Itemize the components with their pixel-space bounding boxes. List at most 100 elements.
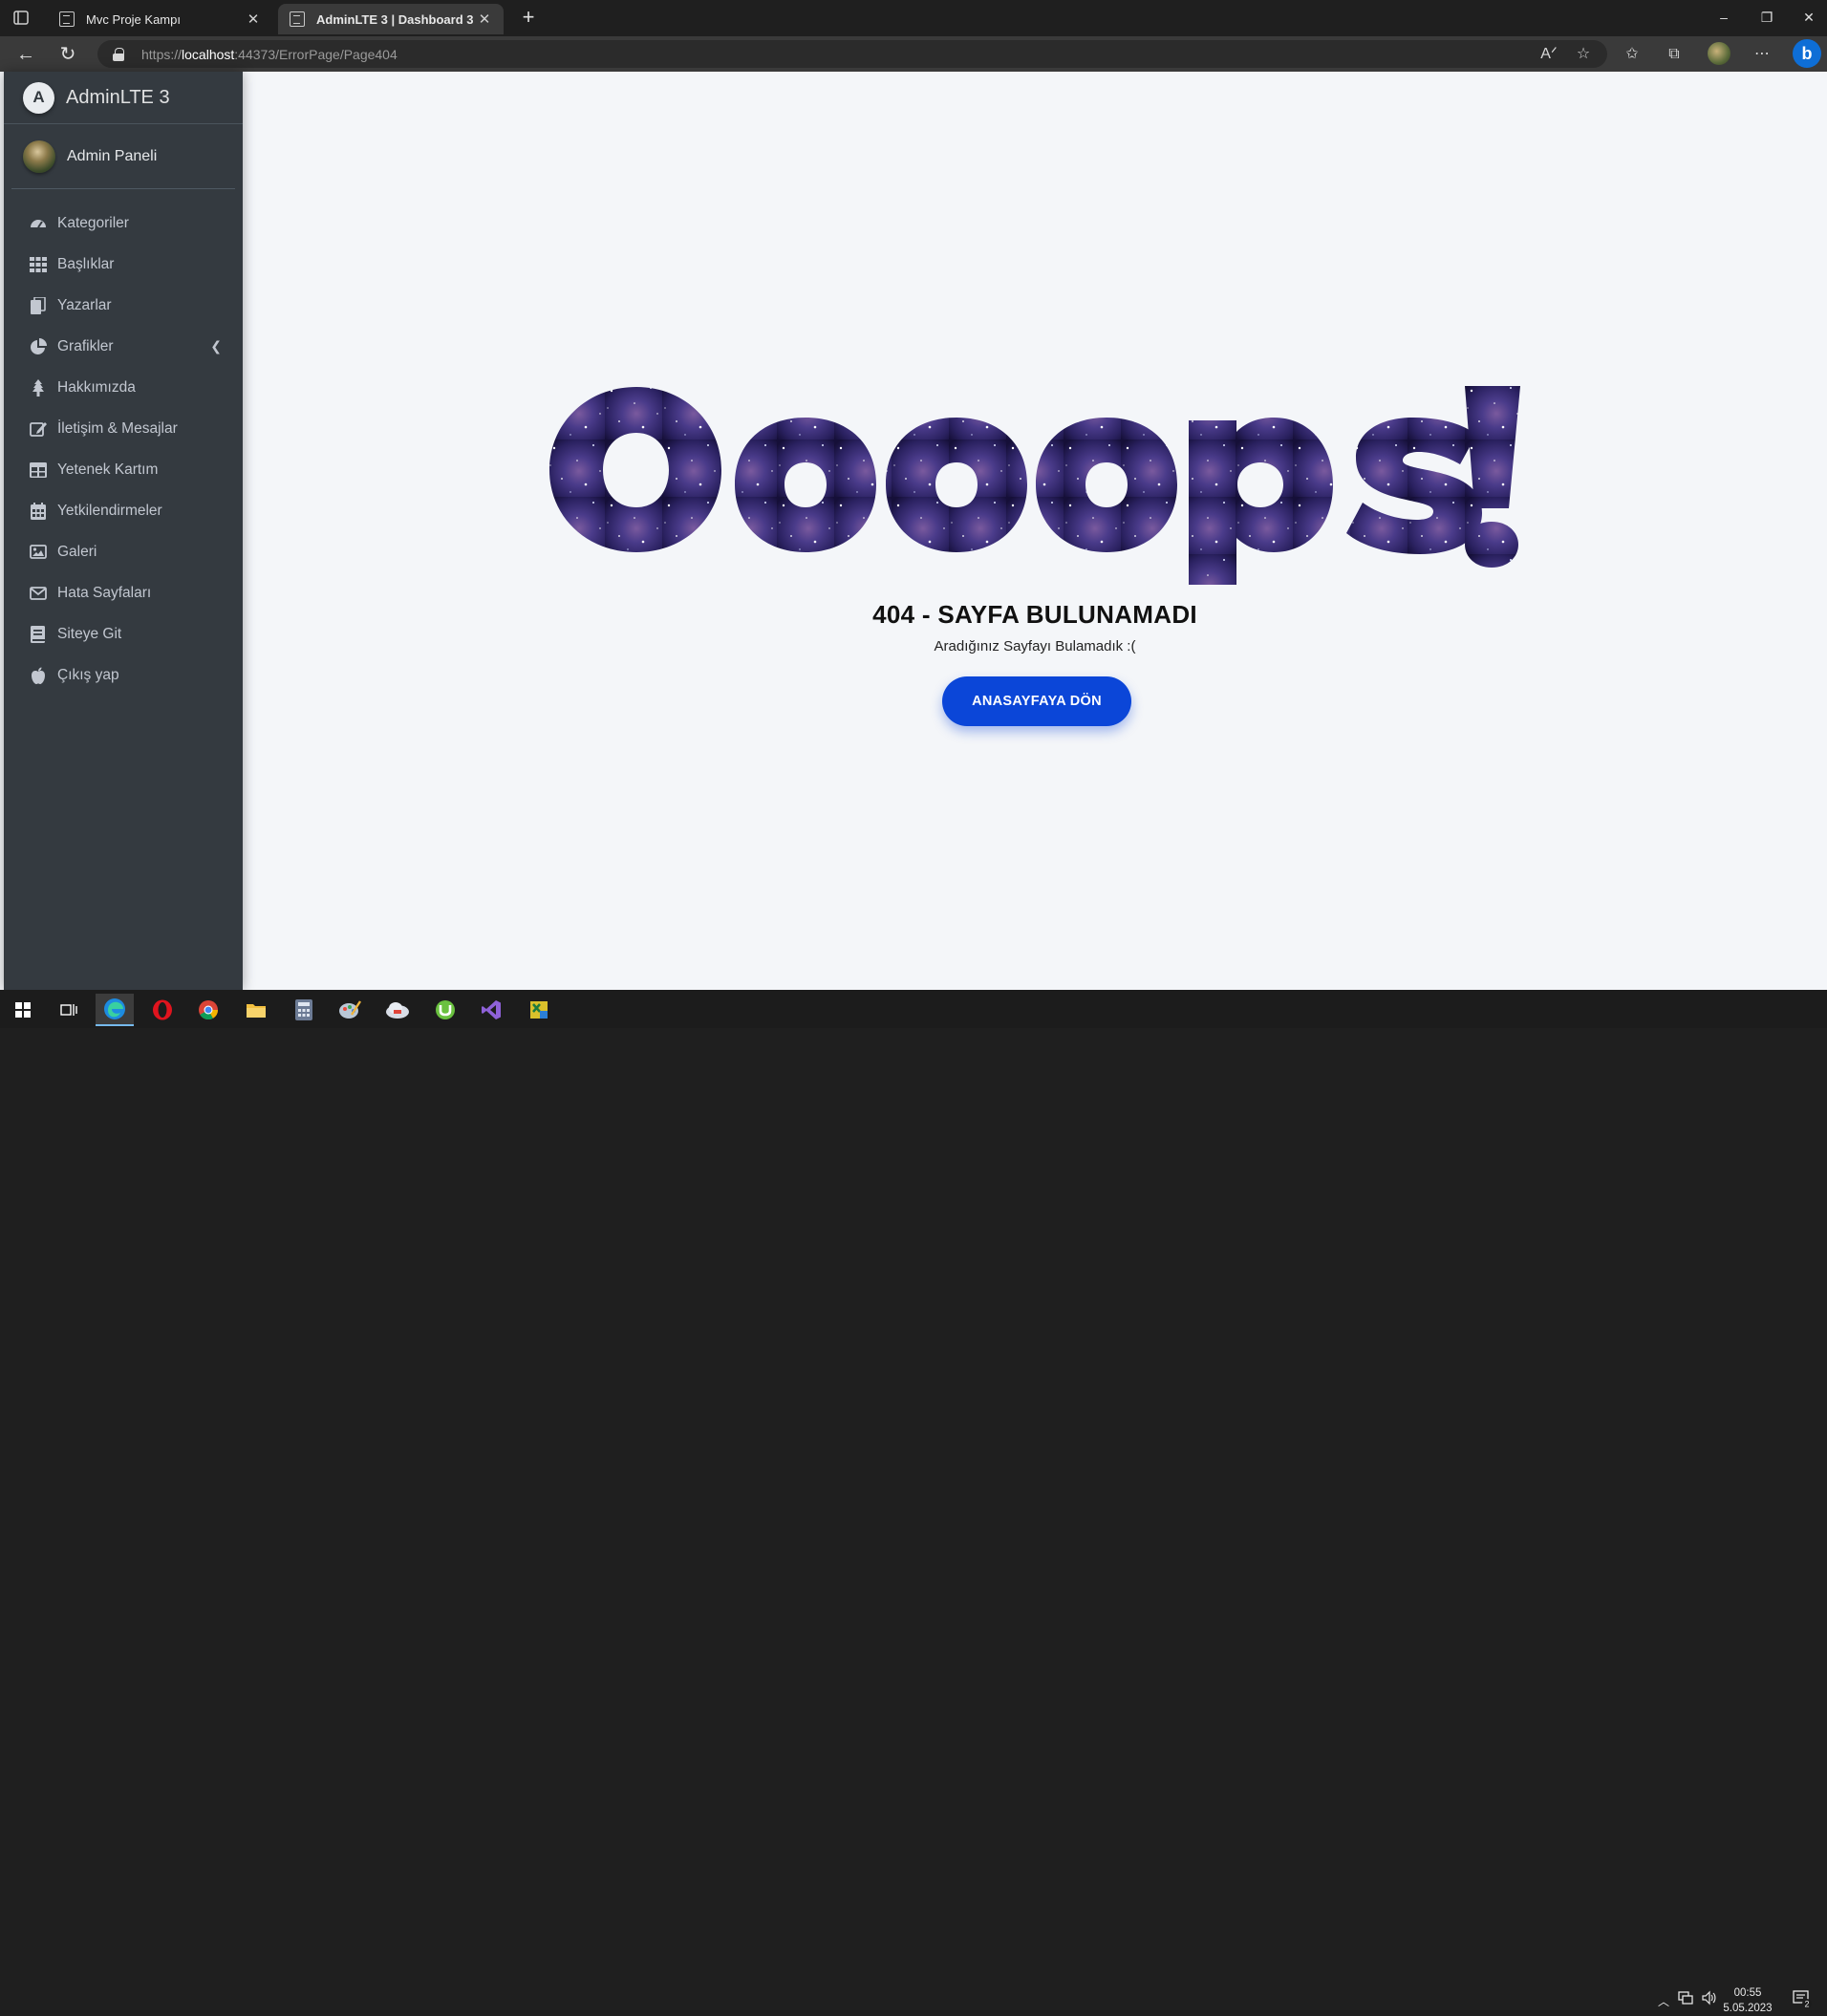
apple-icon — [29, 666, 48, 685]
back-arrow-icon[interactable]: ← — [13, 42, 38, 67]
url-host: localhost — [182, 46, 235, 62]
sidebar-item-yetkilendirmeler[interactable]: Yetkilendirmeler — [4, 490, 243, 531]
network-icon[interactable] — [1678, 1991, 1693, 2007]
sidebar-item-siteye-git[interactable]: Siteye Git — [4, 613, 243, 654]
edge-icon[interactable] — [96, 994, 134, 1026]
restore-button[interactable]: ❐ — [1752, 6, 1781, 29]
sidebar-item-grafikler[interactable]: Grafikler ❮ — [4, 326, 243, 367]
favorites-icon[interactable]: ✩ — [1622, 44, 1643, 65]
sidebar-item-yazarlar[interactable]: Yazarlar — [4, 285, 243, 326]
sidebar-item-cikis-yap[interactable]: Çıkış yap — [4, 654, 243, 696]
tab-actions-icon[interactable] — [11, 10, 32, 27]
minimize-button[interactable]: – — [1709, 6, 1738, 29]
page-icon — [290, 11, 305, 27]
ooops-graphic — [549, 386, 1520, 585]
sidebar-item-label: Yetenek Kartım — [57, 461, 159, 478]
error-title: 404 - SAYFA BULUNAMADI — [872, 600, 1197, 629]
grid-icon — [29, 255, 48, 274]
sidebar-item-label: Hakkımızda — [57, 378, 136, 396]
sidebar-item-label: Yetkilendirmeler — [57, 502, 162, 519]
more-menu-icon[interactable]: ⋯ — [1752, 44, 1773, 65]
sidebar-item-galeri[interactable]: Galeri — [4, 531, 243, 572]
clock-date: 5.05.2023 — [1723, 2003, 1773, 2014]
bing-icon[interactable]: b — [1793, 39, 1821, 68]
collections-icon[interactable]: ⧉ — [1664, 44, 1685, 65]
excel-app-icon[interactable] — [520, 994, 558, 1026]
volume-icon[interactable] — [1701, 1990, 1716, 2008]
error-subtitle: Aradığınız Sayfayı Bulamadık :( — [934, 638, 1136, 654]
sidebar-item-label: Başlıklar — [57, 255, 115, 272]
sidebar-item-label: İletişim & Mesajlar — [57, 419, 178, 437]
show-hidden-icons-icon[interactable]: ︿ — [1658, 1993, 1669, 2009]
browser-tab-mvc[interactable]: Mvc Proje Kampı ✕ — [48, 4, 272, 34]
table-icon — [29, 461, 48, 480]
sidebar-item-hata-sayfalari[interactable]: Hata Sayfaları — [4, 572, 243, 613]
sidebar-item-basliklar[interactable]: Başlıklar — [4, 244, 243, 285]
edit-icon — [29, 419, 48, 439]
user-panel[interactable]: Admin Paneli — [11, 124, 235, 189]
main-content: 404 - SAYFA BULUNAMADI Aradığınız Sayfay… — [243, 72, 1827, 990]
image-icon — [29, 543, 48, 562]
sidebar-item-kategoriler[interactable]: Kategoriler — [4, 203, 243, 244]
page-viewport: A AdminLTE 3 Admin Paneli Kategoriler Ba… — [0, 72, 1827, 990]
url-path: :44373/ErrorPage/Page404 — [234, 46, 398, 62]
read-aloud-icon[interactable]: Aᐟ — [1538, 44, 1559, 65]
refresh-icon[interactable]: ↻ — [55, 42, 80, 67]
address-bar[interactable]: https://localhost:44373/ErrorPage/Page40… — [97, 40, 1607, 68]
brand-link[interactable]: A AdminLTE 3 — [4, 72, 243, 124]
ooops-heading — [243, 382, 1827, 588]
clock-time: 00:55 — [1733, 1987, 1762, 1999]
browser-toolbar: ← ↻ https://localhost:44373/ErrorPage/Pa… — [0, 36, 1827, 72]
utorrent-icon[interactable] — [426, 994, 464, 1026]
adminlte-logo-icon: A — [23, 81, 54, 114]
pie-chart-icon — [29, 337, 48, 356]
page-icon — [59, 11, 75, 27]
chrome-icon[interactable] — [189, 994, 227, 1026]
add-favorite-icon[interactable]: ☆ — [1573, 44, 1594, 65]
sidebar-item-hakkimizda[interactable]: Hakkımızda — [4, 367, 243, 408]
envelope-icon — [29, 584, 48, 603]
sidebar-item-yetenek-kartim[interactable]: Yetenek Kartım — [4, 449, 243, 490]
file-explorer-icon[interactable] — [237, 994, 275, 1026]
close-window-button[interactable]: ✕ — [1795, 6, 1823, 29]
tachometer-icon — [29, 214, 48, 233]
url-protocol: https:// — [141, 46, 183, 62]
browser-tab-adminlte[interactable]: AdminLTE 3 | Dashboard 3 ✕ — [278, 4, 504, 34]
sidebar-item-label: Çıkış yap — [57, 666, 119, 683]
sidebar-item-iletisim[interactable]: İletişim & Mesajlar — [4, 408, 243, 449]
close-tab-icon[interactable]: ✕ — [246, 11, 261, 28]
book-icon — [29, 625, 48, 644]
sidebar-item-label: Kategoriler — [57, 214, 129, 231]
close-tab-icon[interactable]: ✕ — [477, 11, 492, 28]
new-tab-button[interactable]: + — [518, 7, 539, 28]
calculator-icon[interactable] — [285, 994, 323, 1026]
sidebar-item-label: Galeri — [57, 543, 97, 560]
sidebar: A AdminLTE 3 Admin Paneli Kategoriler Ba… — [4, 72, 243, 990]
sidebar-item-label: Yazarlar — [57, 296, 112, 313]
paint-icon[interactable] — [331, 994, 369, 1026]
tab-label: AdminLTE 3 | Dashboard 3 — [316, 11, 474, 27]
cloud-app-icon[interactable] — [378, 994, 417, 1026]
profile-avatar[interactable] — [1708, 42, 1730, 65]
sidebar-item-label: Grafikler — [57, 337, 114, 354]
opera-icon[interactable] — [143, 994, 182, 1026]
visual-studio-icon[interactable] — [472, 994, 510, 1026]
chevron-left-icon[interactable]: ❮ — [210, 338, 222, 354]
tree-icon — [29, 378, 48, 397]
windows-logo-icon — [15, 1002, 31, 1018]
notification-center-icon[interactable]: 2 — [1793, 1989, 1812, 2009]
sidebar-item-label: Hata Sayfaları — [57, 584, 152, 601]
sidebar-nav: Kategoriler Başlıklar Yazarlar Grafikler — [4, 189, 243, 696]
sidebar-item-label: Siteye Git — [57, 625, 122, 642]
browser-titlebar: Mvc Proje Kampı ✕ AdminLTE 3 | Dashboard… — [0, 0, 1827, 36]
back-home-button[interactable]: ANASAYFAYA DÖN — [942, 676, 1131, 726]
system-clock[interactable]: 00:55 5.05.2023 — [1716, 1985, 1779, 2016]
windows-taskbar: ︿ 00:55 5.05.2023 2 — [0, 990, 1827, 2014]
task-view-icon[interactable] — [50, 994, 88, 1026]
tab-label: Mvc Proje Kampı — [86, 11, 181, 27]
start-button[interactable] — [4, 994, 42, 1026]
user-avatar — [23, 139, 55, 173]
notification-count: 2 — [1804, 2000, 1809, 2009]
user-name: Admin Paneli — [67, 147, 158, 164]
lock-icon[interactable] — [113, 47, 124, 61]
